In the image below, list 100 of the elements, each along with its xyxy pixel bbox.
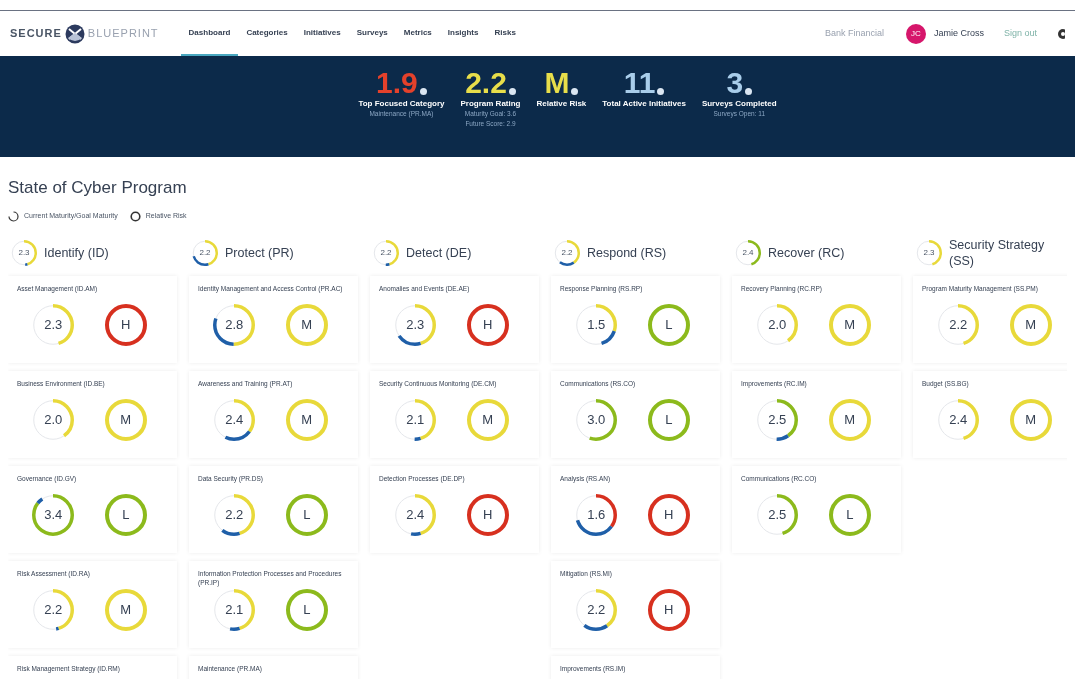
risk-level: M — [1025, 410, 1037, 429]
nav-tab[interactable]: Categories — [238, 11, 296, 56]
maturity-score: 2.4 — [225, 410, 244, 429]
maturity-score: 2.5 — [768, 410, 787, 429]
maturity-ring — [212, 397, 257, 442]
maturity-ring — [574, 492, 619, 537]
category-title[interactable]: Detect (DE) — [406, 244, 472, 261]
category-title[interactable]: Security Strategy (SS) — [949, 236, 1067, 269]
maturity-ring — [574, 302, 619, 347]
risk-level: M — [120, 410, 132, 429]
stat-label: Relative Risk — [536, 99, 587, 109]
category-title[interactable]: Protect (PR) — [225, 244, 294, 261]
maturity-score: 2.2 — [949, 315, 968, 334]
settings-icon[interactable] — [1057, 27, 1065, 40]
maturity-score: 2.1 — [225, 600, 244, 619]
maturity-score: 2.8 — [225, 315, 244, 334]
stat-value: M — [544, 68, 570, 98]
maturity-ring — [31, 492, 76, 537]
maturity-ring — [31, 587, 76, 632]
maturity-ring — [553, 238, 581, 267]
risk-level: M — [301, 410, 313, 429]
risk-level: M — [301, 315, 313, 334]
maturity-ring — [212, 302, 257, 347]
category-title[interactable]: Identify (ID) — [44, 244, 109, 261]
info-icon[interactable] — [571, 88, 579, 95]
maturity-ring — [212, 587, 257, 632]
brand-text: SECURE — [10, 26, 62, 42]
maturity-score: 1.6 — [587, 505, 606, 524]
maturity-score: 2.0 — [768, 315, 787, 334]
risk-level: H — [664, 505, 674, 524]
maturity-score: 2.3 — [923, 246, 935, 259]
risk-level: H — [483, 505, 493, 524]
stat-value: 2.2 — [465, 68, 507, 98]
maturity-ring — [191, 238, 219, 267]
risk-level: M — [1025, 315, 1037, 334]
maturity-ring — [734, 238, 762, 267]
maturity-score: 2.2 — [561, 246, 573, 259]
maturity-ring — [31, 397, 76, 442]
maturity-score: 3.4 — [44, 505, 63, 524]
maturity-ring — [393, 397, 438, 442]
nav-tab[interactable]: Risks — [486, 11, 524, 56]
partial-ring-icon — [8, 210, 19, 222]
risk-level: L — [846, 505, 854, 524]
risk-level: L — [303, 600, 311, 619]
risk-level: H — [483, 315, 493, 334]
maturity-score: 2.4 — [406, 505, 425, 524]
maturity-score: 2.0 — [44, 410, 63, 429]
stat-label: Top Focused Category — [358, 99, 445, 109]
risk-level: L — [303, 505, 311, 524]
risk-level: M — [482, 410, 494, 429]
nav-tab[interactable]: Insights — [439, 11, 487, 56]
category-title[interactable]: Respond (RS) — [587, 244, 667, 261]
logo-icon — [64, 23, 85, 44]
maturity-score: 2.3 — [18, 246, 30, 259]
maturity-score: 2.4 — [949, 410, 968, 429]
maturity-ring — [755, 302, 800, 347]
organization-name: Bank Financial — [824, 26, 884, 40]
ring-icon — [129, 210, 141, 222]
maturity-ring — [915, 238, 943, 267]
maturity-ring — [574, 397, 619, 442]
maturity-score: 2.2 — [587, 600, 606, 619]
risk-level: M — [844, 410, 856, 429]
maturity-ring — [372, 238, 400, 267]
maturity-ring — [936, 397, 981, 442]
user-avatar[interactable]: JC — [905, 23, 926, 44]
nav-tab[interactable]: Initiatives — [295, 11, 349, 56]
maturity-ring — [755, 397, 800, 442]
maturity-score: 2.1 — [406, 410, 425, 429]
nav-tab[interactable]: Surveys — [348, 11, 396, 56]
risk-level: L — [122, 505, 130, 524]
category-title[interactable]: Recover (RC) — [768, 244, 845, 261]
maturity-ring — [393, 492, 438, 537]
info-icon[interactable] — [657, 88, 665, 95]
risk-level: H — [121, 315, 131, 334]
risk-level: M — [120, 600, 132, 619]
maturity-ring — [10, 238, 38, 267]
maturity-ring — [393, 302, 438, 347]
maturity-ring — [212, 492, 257, 537]
maturity-score: 2.2 — [225, 505, 244, 524]
stat-label: Program Rating — [460, 99, 521, 109]
maturity-ring — [755, 492, 800, 537]
maturity-score: 2.4 — [742, 246, 754, 259]
page-title: State of Cyber Program — [8, 177, 188, 199]
maturity-score: 2.3 — [44, 315, 63, 334]
maturity-score: 2.3 — [406, 315, 425, 334]
risk-level: L — [665, 315, 673, 334]
stat-label: Surveys Completed — [701, 99, 777, 109]
risk-level: M — [844, 315, 856, 334]
info-icon[interactable] — [419, 88, 427, 95]
maturity-ring — [574, 587, 619, 632]
brand-text: BLUEPRINT — [87, 26, 159, 42]
stat-value: 3 — [726, 68, 744, 98]
nav-tab[interactable]: Metrics — [395, 11, 440, 56]
info-icon[interactable] — [745, 88, 753, 95]
maturity-score: 3.0 — [587, 410, 606, 429]
maturity-ring — [31, 302, 76, 347]
user-name: Jamie Cross — [933, 26, 984, 40]
maturity-score: 2.5 — [768, 505, 787, 524]
stat-value: 11 — [623, 68, 656, 98]
info-icon[interactable] — [508, 88, 516, 95]
